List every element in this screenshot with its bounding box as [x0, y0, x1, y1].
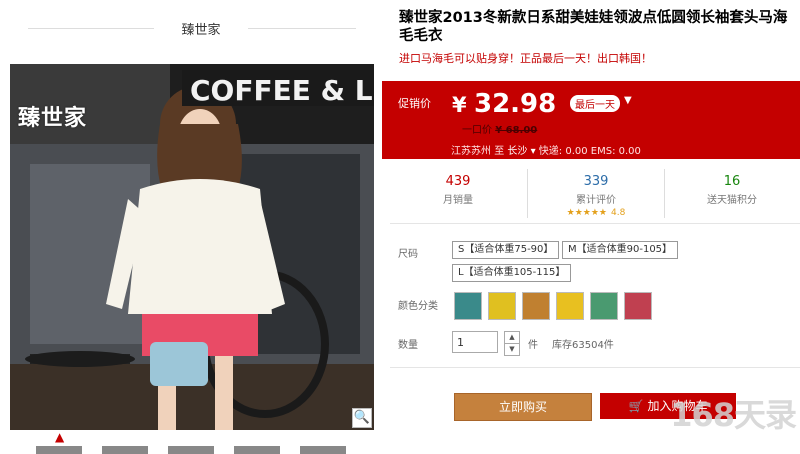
tmall-points-value: 16: [723, 174, 741, 189]
ship-to-word: 至: [494, 146, 505, 157]
color-swatch[interactable]: [556, 292, 584, 320]
rating-stars-icon: ★★★★★ 4.8: [566, 208, 626, 218]
monthly-sales-value: 439: [445, 174, 471, 189]
ship-to-city[interactable]: 长沙: [507, 146, 527, 157]
chevron-down-icon[interactable]: ▼: [624, 95, 632, 106]
chevron-down-icon[interactable]: ▾: [531, 146, 536, 157]
ship-to-select[interactable]: 长沙 ▾: [507, 146, 535, 157]
promo-price: 32.98: [474, 89, 557, 119]
color-swatch[interactable]: [522, 292, 550, 320]
site-watermark: 168天录: [670, 396, 797, 434]
color-label: 颜色分类: [398, 301, 438, 312]
thumbnail[interactable]: [300, 446, 346, 454]
original-price: 一口价 ¥ 68.00: [462, 121, 537, 136]
shipping-fee: 快递: 0.00 EMS: 0.00: [538, 146, 641, 157]
original-price-value: ¥ 68.00: [495, 125, 538, 136]
quantity-unit: 件: [528, 340, 538, 351]
buy-now-button[interactable]: 立即购买: [454, 393, 592, 421]
quantity-input[interactable]: 1: [452, 331, 498, 353]
review-count-label: 累计评价: [576, 195, 616, 206]
shop-header: 臻世家: [28, 10, 356, 44]
color-swatch[interactable]: [454, 292, 482, 320]
review-count-value: 339: [583, 174, 609, 189]
color-swatch[interactable]: [624, 292, 652, 320]
zoom-icon[interactable]: 🔍: [352, 408, 372, 428]
original-price-label: 一口价: [462, 125, 492, 136]
rating-value: 4.8: [611, 208, 626, 218]
monthly-sales-label: 月销量: [443, 195, 473, 206]
cafe-sign-text: COFFEE & LIG: [190, 74, 374, 107]
size-label: 尺码: [398, 249, 418, 260]
price-label: 促销价: [398, 97, 431, 110]
cafe-sign: COFFEE & LIG: [182, 70, 374, 107]
price-panel: 促销价 ¥ 32.98 最后一天 ▼ 一口价 ¥ 68.00 江苏苏州 至 长沙…: [382, 81, 800, 159]
quantity-label: 数量: [398, 340, 418, 351]
stock-count: 库存63504件: [552, 340, 614, 351]
color-swatch[interactable]: [488, 292, 516, 320]
shipping-info: 江苏苏州 至 长沙 ▾ 快递: 0.00 EMS: 0.00: [451, 142, 641, 157]
quantity-decrease-icon[interactable]: ▼: [504, 343, 520, 356]
tmall-points: 16 送天猫积分: [664, 169, 800, 206]
photo-logo: 臻世家: [18, 106, 88, 131]
size-option-l[interactable]: L【适合体重105-115】: [452, 264, 572, 282]
monthly-sales: 439 月销量: [390, 169, 526, 206]
currency-symbol: ¥: [452, 93, 467, 117]
last-day-badge: 最后一天: [570, 95, 620, 112]
product-info: 臻世家2013冬新款日系甜美娃娃领波点低圆领长袖套头马海毛毛衣 进口马海毛可以贴…: [382, 0, 800, 454]
ship-from: 江苏苏州: [451, 146, 491, 157]
size-option-s[interactable]: S【适合体重75-90】: [452, 241, 560, 259]
main-product-photo[interactable]: 臻世家 COFFEE & LIG 🔍: [10, 64, 374, 430]
size-option-m[interactable]: M【适合体重90-105】: [562, 241, 679, 259]
gallery: 臻世家 臻世家 COFFEE & LIG: [0, 0, 388, 454]
thumbnail[interactable]: [234, 446, 280, 454]
thumbnail[interactable]: [102, 446, 148, 454]
product-subtitle: 进口马海毛可以贴身穿！正品最后一天！出口韩国！: [399, 52, 652, 65]
divider: [390, 367, 800, 368]
stats-bar: 439 月销量 339 累计评价 ★★★★★ 4.8 16 送天猫积分: [390, 169, 800, 224]
product-title: 臻世家2013冬新款日系甜美娃娃领波点低圆领长袖套头马海毛毛衣: [399, 10, 788, 44]
shop-name[interactable]: 臻世家: [156, 19, 246, 38]
cart-icon: 🛒: [628, 399, 644, 413]
tmall-points-label: 送天猫积分: [707, 195, 757, 206]
divider-left: [28, 28, 154, 29]
thumbnail[interactable]: [36, 446, 82, 454]
color-swatch[interactable]: [590, 292, 618, 320]
thumbnail-up-arrow-icon[interactable]: ▲: [55, 430, 64, 444]
divider-right: [248, 28, 356, 29]
review-count[interactable]: 339 累计评价 ★★★★★ 4.8: [527, 169, 665, 218]
thumbnail[interactable]: [168, 446, 214, 454]
